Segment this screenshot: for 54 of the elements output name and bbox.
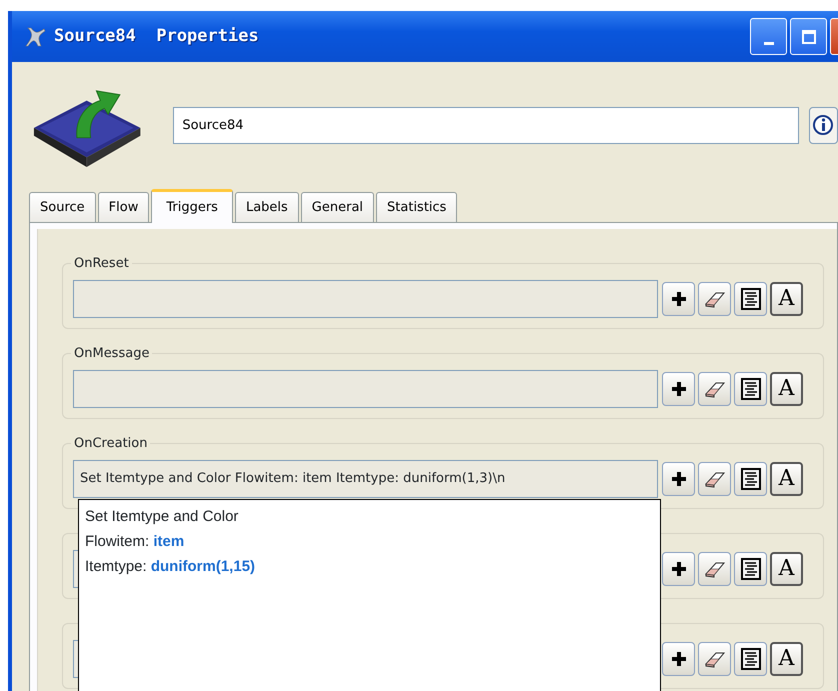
plus-icon bbox=[670, 471, 686, 487]
document-lines-icon bbox=[740, 288, 760, 310]
clear-button[interactable] bbox=[698, 642, 731, 676]
clear-button[interactable] bbox=[698, 462, 731, 496]
add-button[interactable] bbox=[662, 372, 695, 406]
template-button[interactable]: A bbox=[770, 372, 803, 406]
plus-icon bbox=[670, 651, 686, 667]
minimize-icon bbox=[764, 42, 774, 45]
document-lines-icon bbox=[740, 558, 760, 580]
tab[interactable]: Labels bbox=[234, 192, 299, 222]
tooltip-popup: Set Itemtype and Color Flowitem: item Itemtype: duniform(1,15) bbox=[78, 499, 661, 691]
window-title: Source84 Properties bbox=[54, 24, 259, 48]
clear-button[interactable] bbox=[698, 372, 731, 406]
add-button[interactable] bbox=[662, 642, 695, 676]
edit-code-button[interactable] bbox=[734, 462, 767, 496]
clear-button[interactable] bbox=[698, 282, 731, 316]
add-button[interactable] bbox=[662, 462, 695, 496]
add-button[interactable] bbox=[662, 282, 695, 316]
trigger-field[interactable]: Set Itemtype and Color Flowitem: item Itemtype: duniform(1,3)\n bbox=[73, 460, 658, 498]
eraser-icon bbox=[704, 290, 726, 308]
document-lines-icon bbox=[740, 378, 760, 400]
tab[interactable]: General bbox=[300, 192, 374, 222]
edit-code-button[interactable] bbox=[734, 282, 767, 316]
template-button[interactable]: A bbox=[770, 462, 803, 496]
template-button[interactable]: A bbox=[770, 552, 803, 586]
document-lines-icon bbox=[740, 468, 760, 490]
eraser-icon bbox=[704, 560, 726, 578]
minimize-button[interactable] bbox=[750, 18, 787, 55]
plus-icon bbox=[670, 381, 686, 397]
add-button[interactable] bbox=[662, 552, 695, 586]
document-lines-icon bbox=[740, 648, 760, 670]
trigger-field[interactable] bbox=[73, 280, 658, 318]
clear-button[interactable] bbox=[698, 552, 731, 586]
tab[interactable]: Flow bbox=[98, 192, 150, 222]
name-field[interactable]: Source84 bbox=[173, 106, 799, 144]
maximize-button[interactable] bbox=[790, 18, 827, 55]
plus-icon bbox=[670, 561, 686, 577]
edit-code-button[interactable] bbox=[734, 642, 767, 676]
edit-code-button[interactable] bbox=[734, 372, 767, 406]
info-icon bbox=[812, 114, 834, 136]
maximize-icon bbox=[802, 30, 816, 44]
app-logo-icon bbox=[24, 26, 46, 48]
trigger-field[interactable] bbox=[73, 370, 658, 408]
plus-icon bbox=[670, 291, 686, 307]
info-button[interactable] bbox=[808, 106, 838, 144]
tab[interactable]: Statistics bbox=[376, 192, 458, 222]
edit-code-button[interactable] bbox=[734, 552, 767, 586]
eraser-icon bbox=[704, 470, 726, 488]
template-button[interactable]: A bbox=[770, 282, 803, 316]
eraser-icon bbox=[704, 380, 726, 398]
template-button[interactable]: A bbox=[770, 642, 803, 676]
tab[interactable]: Triggers bbox=[151, 189, 233, 223]
eraser-icon bbox=[704, 650, 726, 668]
tab[interactable]: Source bbox=[29, 192, 96, 222]
